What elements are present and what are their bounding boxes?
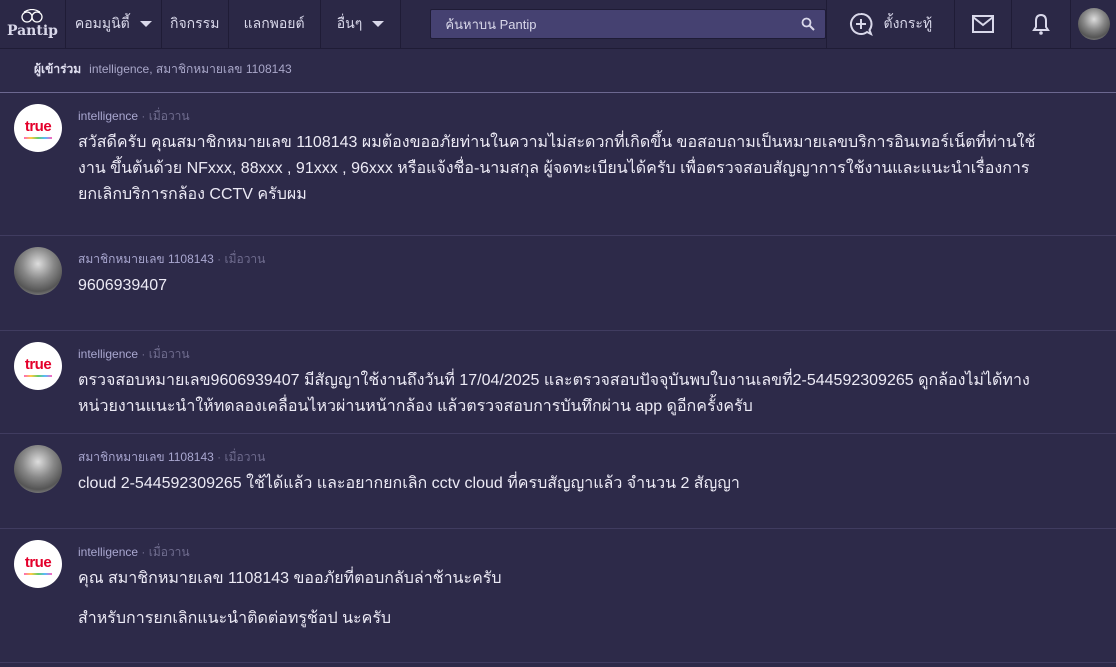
- profile-button[interactable]: [1071, 0, 1116, 48]
- add-post-icon: [850, 13, 874, 36]
- chevron-down-icon: [139, 21, 152, 27]
- notifications-button[interactable]: [1012, 0, 1072, 48]
- new-post-label: ตั้งกระทู้: [883, 15, 933, 31]
- participants-row: ผู้เข้าร่วม intelligence, สมาชิกหมายเลข 1…: [34, 60, 292, 79]
- pantip-logo[interactable]: Pantip: [0, 0, 66, 48]
- comment-author[interactable]: สมาชิกหมายเลข 1108143: [78, 252, 214, 266]
- nav-points[interactable]: แลกพอยต์: [229, 0, 321, 48]
- nav-activities[interactable]: กิจกรรม: [162, 0, 229, 48]
- comment-author[interactable]: intelligence: [78, 347, 138, 361]
- comment-time: · เมื่อวาน: [141, 347, 190, 361]
- comment-meta: intelligence · เมื่อวาน: [78, 543, 190, 562]
- bell-icon: [1032, 13, 1050, 35]
- comment-meta: สมาชิกหมายเลข 1108143 · เมื่อวาน: [78, 448, 265, 467]
- search-placeholder: ค้นหาบน Pantip: [445, 16, 537, 32]
- chevron-down-icon: [372, 21, 385, 27]
- profile-avatar: [1077, 8, 1110, 40]
- comment-time: · เมื่อวาน: [141, 545, 190, 559]
- comment-body: สวัสดีครับ คุณสมาชิกหมายเลข 1108143 ผมต้…: [78, 130, 1058, 208]
- participants-label: ผู้เข้าร่วม: [34, 62, 82, 76]
- avatar[interactable]: [14, 247, 62, 295]
- pantip-logo-icon: [21, 9, 44, 23]
- comment: true intelligence · เมื่อวาน คุณ สมาชิกห…: [0, 529, 1116, 663]
- avatar[interactable]: true: [14, 104, 62, 152]
- comment-body: คุณ สมาชิกหมายเลข 1108143 ขออภัยที่ตอบกล…: [78, 566, 1058, 632]
- nav-more[interactable]: อื่นๆ: [321, 0, 402, 48]
- search-input[interactable]: ค้นหาบน Pantip: [430, 9, 827, 39]
- comment-text: cloud 2-544592309265 ใช้ได้แล้ว และอยากย…: [78, 475, 740, 492]
- comment: true intelligence · เมื่อวาน สวัสดีครับ …: [0, 93, 1116, 236]
- search-icon[interactable]: [801, 17, 816, 31]
- comment-time: · เมื่อวาน: [217, 252, 266, 266]
- comment-author[interactable]: intelligence: [78, 545, 138, 559]
- logo-text: Pantip: [6, 23, 58, 39]
- new-post-button[interactable]: ตั้งกระทู้: [827, 0, 956, 48]
- avatar[interactable]: [14, 445, 62, 493]
- comment-text: คุณ สมาชิกหมายเลข 1108143 ขออภัยที่ตอบกล…: [78, 570, 502, 587]
- comment-author[interactable]: สมาชิกหมายเลข 1108143: [78, 450, 214, 464]
- nav-community[interactable]: คอมมูนิตี้: [66, 0, 162, 48]
- comment-meta: สมาชิกหมายเลข 1108143 · เมื่อวาน: [78, 250, 265, 269]
- comment-body: 9606939407: [78, 273, 1058, 299]
- comment-meta: intelligence · เมื่อวาน: [78, 345, 190, 364]
- nav-community-label: คอมมูนิตี้: [74, 15, 130, 31]
- comment: true intelligence · เมื่อวาน ตรวจสอบหมาย…: [0, 331, 1116, 434]
- comment-text: 9606939407: [78, 277, 167, 294]
- nav-more-label: อื่นๆ: [336, 15, 363, 31]
- comment-author[interactable]: intelligence: [78, 109, 138, 123]
- comment-text: ตรวจสอบหมายเลข9606939407 มีสัญญาใช้งานถึ…: [78, 372, 1030, 415]
- nav-points-label: แลกพอยต์: [243, 15, 305, 31]
- comment-text: สำหรับการยกเลิกแนะนำติดต่อทรูช้อป นะครับ: [78, 610, 392, 627]
- search-area: ค้นหาบน Pantip: [401, 0, 828, 48]
- participants-names: intelligence, สมาชิกหมายเลข 1108143: [89, 62, 292, 76]
- comment: สมาชิกหมายเลข 1108143 · เมื่อวาน 9606939…: [0, 236, 1116, 331]
- comment-time: · เมื่อวาน: [217, 450, 266, 464]
- avatar[interactable]: true: [14, 342, 62, 390]
- comment-text: สวัสดีครับ คุณสมาชิกหมายเลข 1108143 ผมต้…: [78, 134, 1036, 203]
- comment: สมาชิกหมายเลข 1108143 · เมื่อวาน cloud 2…: [0, 434, 1116, 529]
- comment-time: · เมื่อวาน: [141, 109, 190, 123]
- avatar[interactable]: true: [14, 540, 62, 588]
- comment-body: cloud 2-544592309265 ใช้ได้แล้ว และอยากย…: [78, 471, 1058, 497]
- messages-button[interactable]: [955, 0, 1013, 48]
- top-navbar: Pantip คอมมูนิตี้ กิจกรรม แลกพอยต์ อื่นๆ…: [0, 0, 1116, 49]
- comment-body: ตรวจสอบหมายเลข9606939407 มีสัญญาใช้งานถึ…: [78, 368, 1058, 420]
- nav-activities-label: กิจกรรม: [170, 15, 220, 31]
- comment-meta: intelligence · เมื่อวาน: [78, 107, 190, 126]
- mail-icon: [972, 15, 995, 33]
